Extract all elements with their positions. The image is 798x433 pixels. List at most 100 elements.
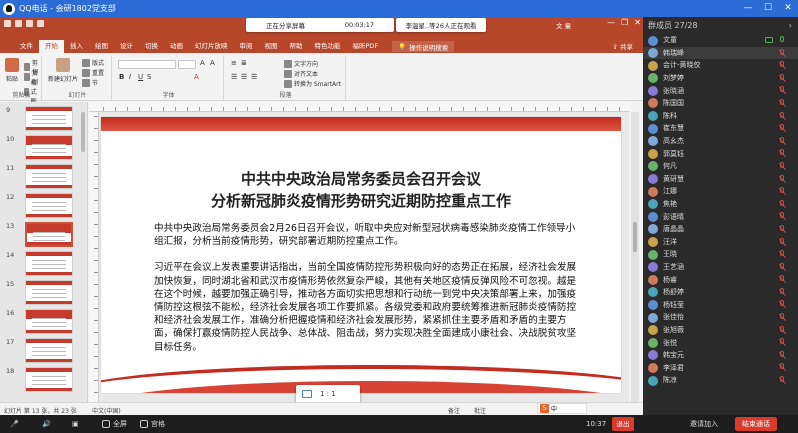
tab-12[interactable]: 福昕PDF (347, 40, 385, 53)
member-row[interactable]: 李泽君 (643, 361, 798, 374)
tab-4[interactable]: 设计 (114, 40, 139, 53)
minimize-icon[interactable]: — (738, 0, 758, 17)
tab-1[interactable]: 开始 (39, 40, 64, 53)
italic-icon[interactable]: I (129, 73, 131, 81)
fullscreen-button[interactable]: 全屏 (102, 415, 127, 433)
shadow-icon[interactable]: S (147, 73, 151, 81)
align-text-button[interactable]: 对齐文本 (284, 69, 318, 78)
member-row[interactable]: 陈科 (643, 110, 798, 123)
language-indicator[interactable]: 中文(中国) (92, 406, 121, 415)
tab-11[interactable]: 特色功能 (309, 40, 347, 53)
current-slide[interactable]: 中共中央政治局常务委员会召开会议 分析新冠肺炎疫情形势研究近期防控重点工作 中共… (101, 117, 621, 393)
tab-2[interactable]: 插入 (64, 40, 89, 53)
member-row[interactable]: 韩瑞峰 (643, 46, 798, 60)
collapse-icon[interactable]: › (789, 17, 792, 34)
invite-button[interactable]: 邀请加入 (690, 415, 718, 433)
slide-title[interactable]: 中共中央政治局常务委员会召开会议 分析新冠肺炎疫情形势研究近期防控重点工作 (101, 168, 621, 212)
font-color-icon[interactable]: A (194, 73, 199, 81)
slide-thumbnail[interactable]: 17 (0, 336, 88, 364)
align-right-icon[interactable]: ☰ (251, 73, 257, 81)
reset-button[interactable]: 重置 (82, 68, 104, 77)
member-row[interactable]: 张佳怡 (643, 311, 798, 324)
camera-button[interactable]: ▣ (72, 415, 79, 433)
speaker-button[interactable]: 🔊 (42, 415, 51, 433)
member-row[interactable]: 会计-黄晓佼 (643, 59, 798, 72)
slide-thumbnail[interactable]: 13 (0, 220, 88, 248)
member-row[interactable]: 陈国国 (643, 97, 798, 110)
member-row[interactable]: 焦艳 (643, 198, 798, 211)
grow-font-icon[interactable]: A (200, 59, 205, 67)
align-left-icon[interactable]: ☰ (231, 73, 237, 81)
ppt-user-name[interactable]: 文 童 (556, 20, 571, 30)
ppt-minimize-icon[interactable]: — (607, 18, 615, 27)
bold-icon[interactable]: B (119, 73, 124, 81)
share-button[interactable]: ⇪ 共享 (612, 41, 633, 51)
text-direction-button[interactable]: 文字方向 (284, 59, 318, 68)
editor-vertical-scrollbar[interactable] (631, 112, 639, 402)
member-row[interactable]: 杨舒婷 (643, 286, 798, 299)
tab-6[interactable]: 动画 (164, 40, 189, 53)
maximize-icon[interactable]: ☐ (758, 0, 778, 17)
save-icon[interactable] (4, 20, 11, 27)
end-call-button[interactable]: 结束通话 (735, 417, 777, 431)
zoom-toast[interactable]: 1 : 1 (296, 385, 360, 403)
tell-me-search[interactable]: 💡 操作说明搜索 (392, 41, 455, 52)
start-slideshow-icon[interactable] (37, 20, 44, 27)
slide-thumbnail[interactable]: 18 (0, 365, 88, 393)
shrink-font-icon[interactable]: A (210, 59, 215, 67)
member-row[interactable]: 张旭薇 (643, 324, 798, 337)
member-row[interactable]: 张晓涵 (643, 84, 798, 97)
redo-icon[interactable] (26, 20, 33, 27)
ppt-restore-icon[interactable]: ❐ (621, 18, 628, 27)
smartart-button[interactable]: 转换为 SmartArt (284, 79, 341, 88)
scrollbar-thumb[interactable] (633, 222, 637, 252)
undo-icon[interactable] (15, 20, 22, 27)
slide-thumbnail[interactable]: 11 (0, 162, 88, 190)
ime-toolbar[interactable]: S 中 (537, 403, 587, 414)
screen-share-bar[interactable]: 正在分享屏幕 00:03:17 (246, 18, 394, 32)
slide-body-text[interactable]: 中共中央政治局常务委员会2月26日召开会议，听取中央应对新型冠状病毒感染肺炎疫情… (154, 222, 584, 354)
slide-thumbnail-pane[interactable]: 9 10 11 12 13 14 15 16 17 18 (0, 102, 88, 402)
slide-thumbnail[interactable]: 12 (0, 191, 88, 219)
close-icon[interactable]: ✕ (778, 0, 798, 17)
exit-button[interactable]: 退出 (612, 417, 634, 431)
member-row[interactable]: 江娜 (643, 185, 798, 198)
slide-thumbnail[interactable]: 14 (0, 249, 88, 277)
numbering-icon[interactable]: ≣ (241, 59, 247, 67)
underline-icon[interactable]: U (138, 73, 143, 81)
slide-thumbnail[interactable]: 16 (0, 307, 88, 335)
member-row[interactable]: 张悦 (643, 336, 798, 349)
member-row[interactable]: 高幺杰 (643, 135, 798, 148)
member-row[interactable]: 陈凉 (643, 374, 798, 387)
member-row[interactable]: 韩宝元 (643, 349, 798, 362)
member-row[interactable]: 崔东慧 (643, 122, 798, 135)
member-row[interactable]: 黄研慧 (643, 173, 798, 186)
tab-8[interactable]: 审阅 (234, 40, 259, 53)
tab-10[interactable]: 帮助 (284, 40, 309, 53)
grid-layout-button[interactable]: 宫格 (140, 415, 165, 433)
bullets-icon[interactable]: ≡ (231, 59, 237, 67)
member-row[interactable]: 杨睿 (643, 273, 798, 286)
member-row[interactable]: 何凡 (643, 160, 798, 173)
comments-button[interactable]: 批注 (474, 406, 486, 415)
mic-button[interactable]: 🎤 (10, 415, 19, 433)
member-row[interactable]: 杨钰莹 (643, 298, 798, 311)
member-row[interactable]: 郭莫钰 (643, 147, 798, 160)
tab-9[interactable]: 视图 (259, 40, 284, 53)
member-row[interactable]: 彭语晴 (643, 210, 798, 223)
section-button[interactable]: 节 (82, 78, 98, 87)
font-size-select[interactable] (178, 60, 196, 69)
tab-3[interactable]: 绘图 (89, 40, 114, 53)
tab-7[interactable]: 幻灯片放映 (189, 40, 234, 53)
member-row[interactable]: 文童 (643, 34, 798, 47)
member-row[interactable]: 王艺涵 (643, 261, 798, 274)
layout-button[interactable]: 版式 (82, 58, 104, 67)
notes-button[interactable]: 备注 (448, 406, 460, 415)
slide-thumbnail[interactable]: 10 (0, 133, 88, 161)
tab-0[interactable]: 文件 (14, 40, 39, 53)
ppt-close-icon[interactable]: ✕ (634, 18, 641, 27)
font-name-select[interactable] (118, 60, 176, 69)
tab-5[interactable]: 切换 (139, 40, 164, 53)
member-row[interactable]: 唐晶晶 (643, 223, 798, 236)
slide-thumbnail[interactable]: 15 (0, 278, 88, 306)
